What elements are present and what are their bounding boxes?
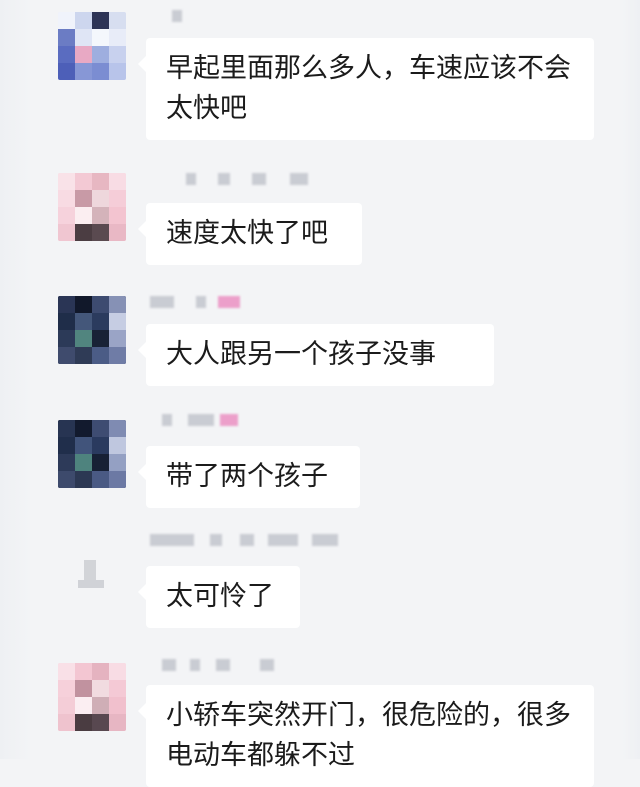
message-bubble[interactable]: 小轿车突然开门，很危险的，很多电动车都躲不过 bbox=[138, 685, 594, 787]
chat-message: 小轿车突然开门，很危险的，很多电动车都躲不过 bbox=[0, 655, 640, 787]
chat-message: 太可怜了 bbox=[0, 530, 640, 640]
avatar[interactable] bbox=[58, 663, 126, 731]
message-bubble[interactable]: 带了两个孩子 bbox=[138, 446, 360, 508]
message-text: 太可怜了 bbox=[166, 581, 274, 612]
message-text: 大人跟另一个孩子没事 bbox=[166, 339, 436, 370]
chat-message: 带了两个孩子 bbox=[0, 410, 640, 510]
avatar[interactable] bbox=[58, 540, 126, 608]
message-text: 小轿车突然开门，很危险的，很多电动车都躲不过 bbox=[166, 700, 571, 771]
avatar[interactable] bbox=[58, 420, 126, 488]
message-bubble[interactable]: 太可怜了 bbox=[138, 566, 300, 628]
chat-message: 早起里面那么多人，车速应该不会太快吧 bbox=[0, 0, 640, 150]
avatar[interactable] bbox=[58, 173, 126, 241]
message-bubble[interactable]: 早起里面那么多人，车速应该不会太快吧 bbox=[138, 38, 594, 140]
avatar[interactable] bbox=[58, 296, 126, 364]
message-text: 早起里面那么多人，车速应该不会太快吧 bbox=[166, 53, 571, 124]
chat-message: 大人跟另一个孩子没事 bbox=[0, 290, 640, 390]
avatar[interactable] bbox=[58, 12, 126, 80]
message-bubble[interactable]: 大人跟另一个孩子没事 bbox=[138, 324, 494, 386]
chat-window: 早起里面那么多人，车速应该不会太快吧 速度太快了吧 大人跟另一个孩子没事 带了两… bbox=[0, 0, 640, 787]
chat-message: 速度太快了吧 bbox=[0, 165, 640, 265]
message-bubble[interactable]: 速度太快了吧 bbox=[138, 203, 362, 265]
message-text: 带了两个孩子 bbox=[166, 461, 328, 492]
message-text: 速度太快了吧 bbox=[166, 218, 328, 249]
